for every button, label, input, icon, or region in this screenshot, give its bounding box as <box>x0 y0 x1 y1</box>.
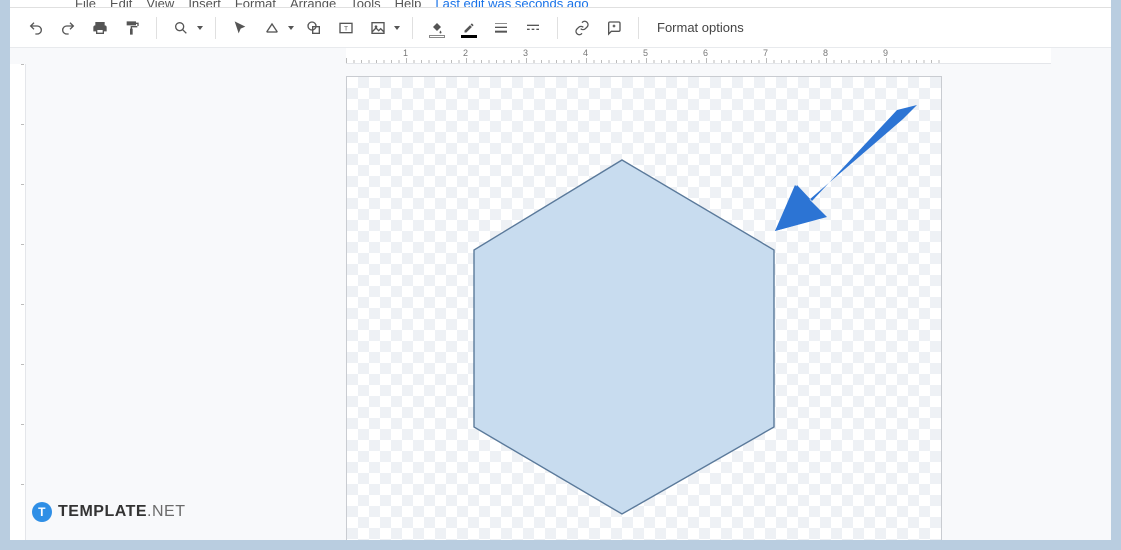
separator <box>557 17 558 39</box>
ruler-tick: 1 <box>403 48 408 58</box>
print-icon <box>92 20 108 36</box>
zoom-dropdown[interactable] <box>169 16 203 40</box>
menu-tools[interactable]: Tools <box>350 1 380 7</box>
ruler-tick: 5 <box>643 48 648 58</box>
horizontal-ruler: 1 2 3 4 5 6 7 8 9 <box>346 48 1051 64</box>
format-options-button[interactable]: Format options <box>651 20 750 35</box>
image-dropdown[interactable] <box>366 16 400 40</box>
separator <box>638 17 639 39</box>
chevron-down-icon <box>197 26 203 30</box>
menu-help[interactable]: Help <box>395 1 422 7</box>
paint-bucket-icon <box>430 22 444 34</box>
menubar: File Edit View Insert Format Arrange Too… <box>10 0 1111 8</box>
paint-format-button[interactable] <box>120 16 144 40</box>
ruler-tick: 3 <box>523 48 528 58</box>
watermark-domain: .NET <box>147 503 185 520</box>
line-dash-icon <box>525 20 541 36</box>
zoom-icon <box>173 20 189 36</box>
paint-roller-icon <box>124 20 140 36</box>
line-tool-dropdown[interactable] <box>260 16 294 40</box>
separator <box>215 17 216 39</box>
undo-icon <box>28 20 44 36</box>
ruler-tick: 4 <box>583 48 588 58</box>
drawing-canvas[interactable] <box>346 76 942 540</box>
line-icon <box>264 20 280 36</box>
border-dash-button[interactable] <box>521 16 545 40</box>
menu-arrange[interactable]: Arrange <box>290 1 336 7</box>
separator <box>412 17 413 39</box>
textbox-button[interactable]: T <box>334 16 358 40</box>
shape-tool-button[interactable] <box>302 16 326 40</box>
pencil-icon <box>462 22 476 34</box>
menu-edit[interactable]: Edit <box>110 1 132 7</box>
ruler-tick: 2 <box>463 48 468 58</box>
watermark-brand: TEMPLATE <box>58 503 147 520</box>
border-weight-button[interactable] <box>489 16 513 40</box>
ruler-tick: 8 <box>823 48 828 58</box>
annotation-arrow-icon <box>757 105 927 235</box>
chevron-down-icon <box>394 26 400 30</box>
print-button[interactable] <box>88 16 112 40</box>
menu-format[interactable]: Format <box>235 1 276 7</box>
workspace: 1 2 3 4 5 6 7 8 9 <box>10 48 1111 540</box>
redo-icon <box>60 20 76 36</box>
redo-button[interactable] <box>56 16 80 40</box>
vertical-ruler <box>10 64 26 540</box>
cursor-icon <box>232 20 248 36</box>
fill-color-button[interactable] <box>425 16 449 40</box>
comment-icon <box>606 20 622 36</box>
ruler-tick: 6 <box>703 48 708 58</box>
chevron-down-icon <box>288 26 294 30</box>
watermark: T TEMPLATE.NET <box>32 502 185 522</box>
menu-file[interactable]: File <box>75 1 96 7</box>
hexagon-shape[interactable] <box>467 157 777 517</box>
toolbar: T Format options <box>10 8 1111 48</box>
svg-text:T: T <box>344 25 348 32</box>
last-edit-link[interactable]: Last edit was seconds ago <box>435 1 588 7</box>
watermark-badge-icon: T <box>32 502 52 522</box>
menu-insert[interactable]: Insert <box>188 1 221 7</box>
separator <box>156 17 157 39</box>
textbox-icon: T <box>338 20 354 36</box>
border-color-button[interactable] <box>457 16 481 40</box>
line-weight-icon <box>493 20 509 36</box>
menu-view[interactable]: View <box>146 1 174 7</box>
ruler-tick: 9 <box>883 48 888 58</box>
select-tool-button[interactable] <box>228 16 252 40</box>
link-button[interactable] <box>570 16 594 40</box>
image-icon <box>370 20 386 36</box>
link-icon <box>574 20 590 36</box>
ruler-tick: 7 <box>763 48 768 58</box>
shape-icon <box>306 20 322 36</box>
comment-button[interactable] <box>602 16 626 40</box>
undo-button[interactable] <box>24 16 48 40</box>
